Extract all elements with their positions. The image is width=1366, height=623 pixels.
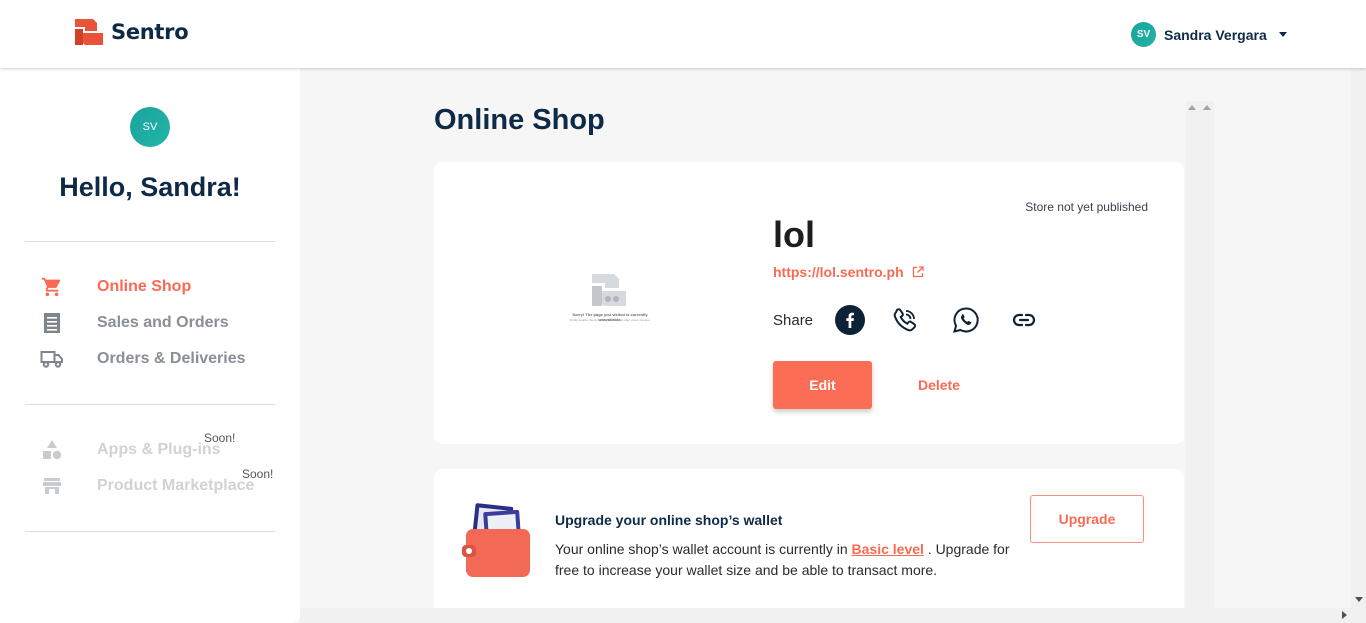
sentro-logo[interactable]: Sentro bbox=[73, 17, 189, 47]
external-link-icon bbox=[912, 266, 924, 278]
sidebar-item-sales-orders[interactable]: Sales and Orders bbox=[40, 311, 229, 335]
avatar: SV bbox=[1131, 22, 1156, 47]
sidebar-divider bbox=[25, 531, 275, 532]
sidebar-avatar: SV bbox=[130, 107, 170, 147]
viber-icon bbox=[893, 308, 917, 332]
copy-link-button[interactable] bbox=[1009, 305, 1039, 335]
scroll-right-icon[interactable] bbox=[1342, 611, 1347, 619]
top-header: Sentro SV Sandra Vergara bbox=[0, 0, 1366, 68]
user-name: Sandra Vergara bbox=[1164, 26, 1267, 43]
share-facebook-button[interactable] bbox=[835, 305, 865, 335]
receipt-icon bbox=[40, 311, 64, 335]
store-name: lol bbox=[773, 214, 815, 255]
page-horizontal-scrollbar[interactable] bbox=[300, 608, 1366, 623]
delete-button[interactable]: Delete bbox=[902, 361, 976, 409]
sidebar-divider bbox=[25, 241, 275, 242]
chevron-down-icon bbox=[1278, 32, 1287, 37]
sentro-logo-icon bbox=[75, 19, 103, 45]
wallet-desc-text: Your online shop’s wallet account is cur… bbox=[555, 541, 852, 557]
truck-icon bbox=[40, 347, 64, 371]
inner-scrollbar[interactable] bbox=[1186, 101, 1214, 608]
link-icon bbox=[1013, 313, 1035, 327]
sidebar-item-label: Orders & Deliveries bbox=[97, 350, 246, 367]
scroll-up-icon[interactable] bbox=[1203, 105, 1211, 110]
wallet-title: Upgrade your online shop’s wallet bbox=[555, 512, 783, 528]
shapes-icon bbox=[40, 438, 64, 462]
scroll-up-icon[interactable] bbox=[1188, 105, 1196, 110]
wallet-icon bbox=[462, 503, 530, 577]
share-whatsapp-button[interactable] bbox=[951, 305, 981, 335]
soon-badge: Soon! bbox=[204, 431, 236, 445]
sidebar-item-product-marketplace: Product Marketplace bbox=[40, 474, 254, 498]
whatsapp-icon bbox=[953, 307, 979, 333]
sidebar-item-online-shop[interactable]: Online Shop bbox=[40, 275, 191, 299]
share-row: Share bbox=[773, 305, 1053, 335]
share-label: Share bbox=[773, 312, 814, 329]
page-title: Online Shop bbox=[434, 104, 605, 136]
sidebar-item-orders-deliveries[interactable]: Orders & Deliveries bbox=[40, 347, 246, 371]
store-url-link[interactable]: https://lol.sentro.ph bbox=[773, 264, 924, 280]
share-viber-button[interactable] bbox=[890, 305, 920, 335]
scroll-down-icon[interactable] bbox=[1355, 597, 1363, 602]
sidebar: SV Hello, Sandra! Online Shop Sales and … bbox=[0, 68, 300, 623]
store-card: Sorry! The page you visited is currently… bbox=[434, 162, 1184, 444]
basic-level-link[interactable]: Basic level bbox=[852, 541, 924, 557]
sidebar-divider bbox=[25, 404, 275, 405]
sidebar-item-label: Product Marketplace bbox=[97, 477, 255, 494]
store-url-text: https://lol.sentro.ph bbox=[773, 264, 904, 280]
store-preview-thumbnail[interactable]: Sorry! The page you visited is currently… bbox=[564, 272, 656, 324]
sentro-logo-icon bbox=[592, 274, 626, 306]
publish-status: Store not yet published bbox=[1025, 200, 1148, 214]
preview-submessage: Kindly double check the link, or try aga… bbox=[569, 318, 651, 322]
upgrade-button[interactable]: Upgrade bbox=[1030, 495, 1144, 543]
sidebar-item-apps-plugins: Apps & Plug-ins bbox=[40, 438, 221, 462]
wallet-card: Upgrade your online shop’s wallet Your o… bbox=[434, 469, 1184, 608]
greeting: Hello, Sandra! bbox=[59, 172, 241, 202]
shopping-cart-icon bbox=[40, 275, 64, 299]
facebook-icon bbox=[835, 305, 865, 335]
sidebar-item-label: Sales and Orders bbox=[97, 314, 229, 331]
edit-button[interactable]: Edit bbox=[773, 361, 872, 409]
logo-text: Sentro bbox=[111, 20, 189, 44]
sidebar-item-label: Apps & Plug-ins bbox=[97, 441, 221, 458]
storefront-icon bbox=[40, 474, 64, 498]
page-vertical-scrollbar[interactable] bbox=[1351, 68, 1366, 608]
wallet-description: Your online shop’s wallet account is cur… bbox=[555, 539, 1015, 581]
user-menu[interactable]: SV Sandra Vergara bbox=[1131, 22, 1287, 47]
soon-badge: Soon! bbox=[242, 467, 274, 481]
sidebar-item-label: Online Shop bbox=[97, 278, 192, 295]
